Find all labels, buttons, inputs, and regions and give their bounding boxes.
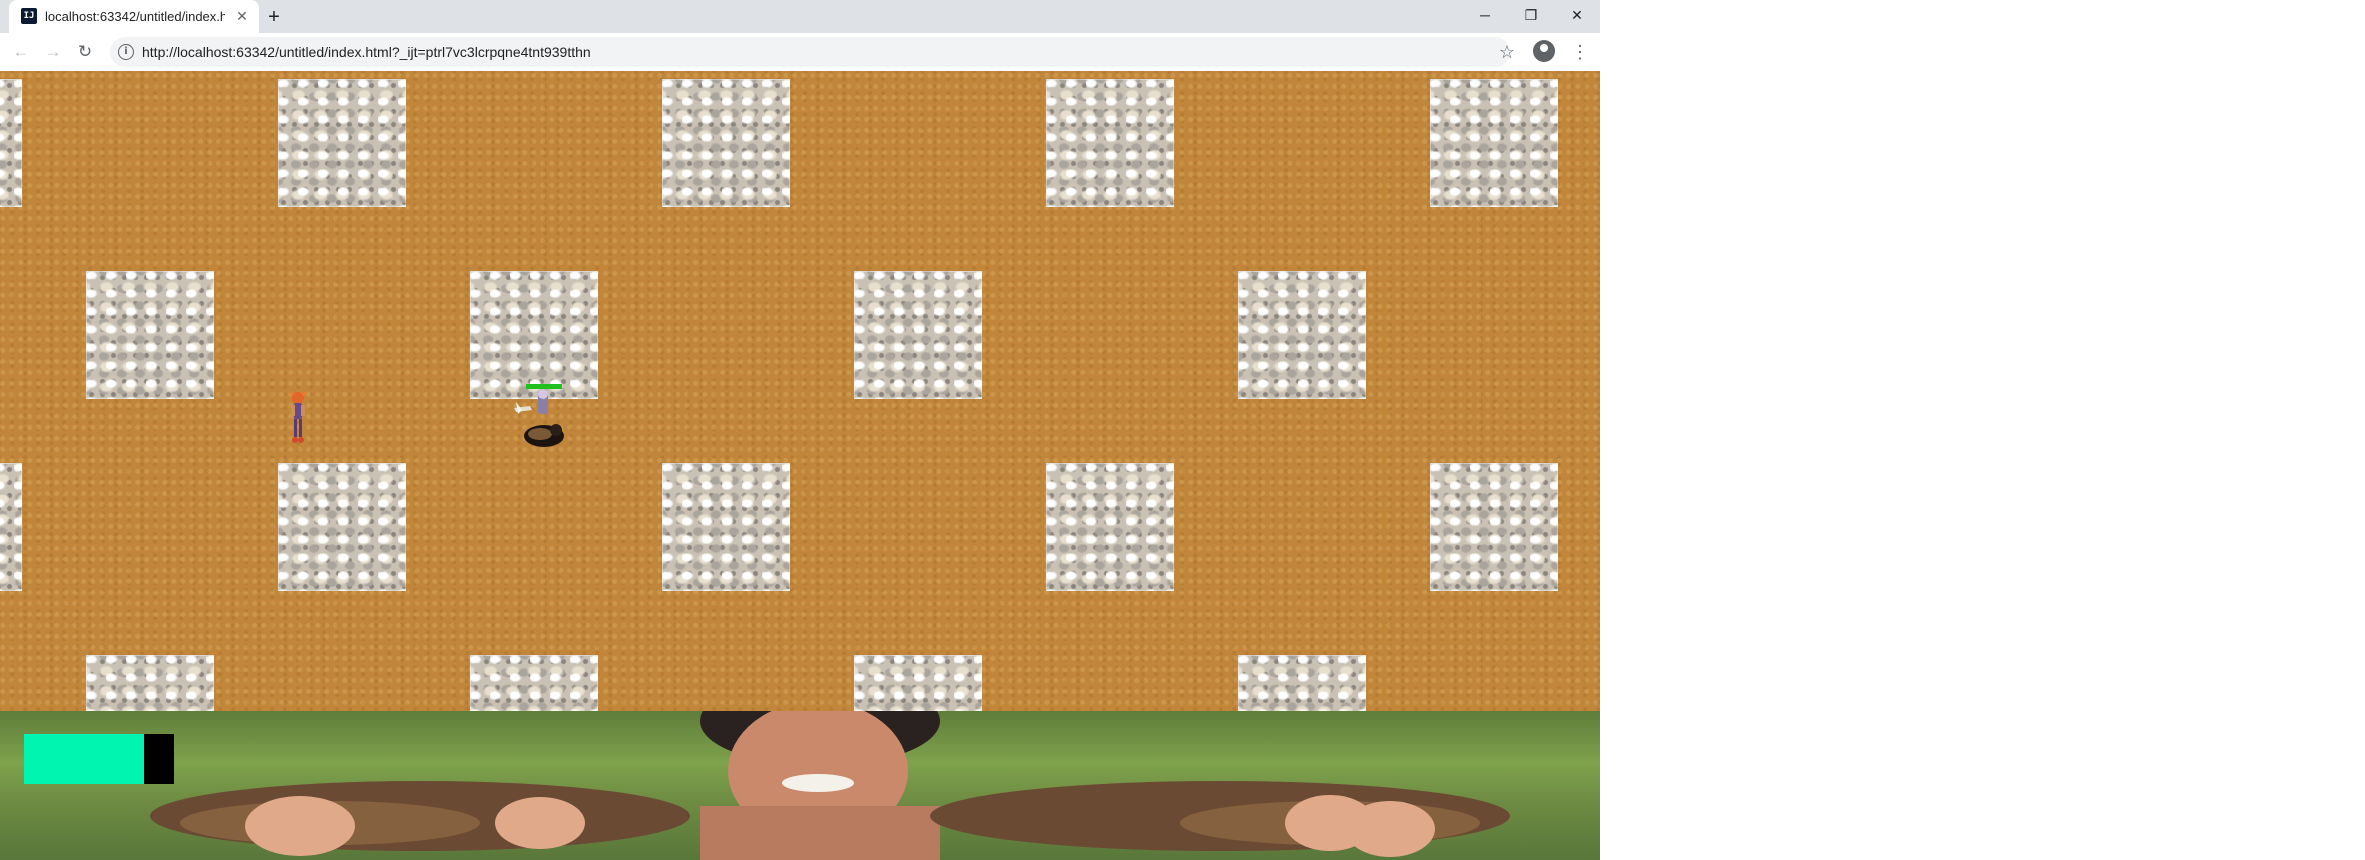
back-button[interactable]: ← (9, 40, 33, 64)
rock-tile (1238, 655, 1366, 711)
new-tab-button[interactable]: + (262, 5, 286, 29)
rock-tile (470, 655, 598, 711)
restore-button[interactable]: ❐ (1508, 0, 1554, 30)
enemy-character (512, 384, 570, 450)
browser-menu-icon[interactable]: ⋮ (1568, 40, 1592, 64)
rock-tile (662, 79, 790, 207)
game-canvas[interactable] (0, 71, 1600, 711)
rock-tile (1430, 463, 1558, 591)
rock-tile (278, 79, 406, 207)
rock-tile (470, 271, 598, 399)
tab-title: localhost:63342/untitled/index.ht (45, 9, 225, 24)
background-photo (0, 711, 1600, 860)
rock-tile (1046, 463, 1174, 591)
info-icon[interactable]: i (118, 44, 134, 60)
rock-tile (86, 655, 214, 711)
rock-tile (278, 463, 406, 591)
rock-tile (662, 463, 790, 591)
player-character (284, 390, 312, 448)
address-bar[interactable]: i http://localhost:63342/untitled/index.… (110, 37, 1510, 67)
minimize-button[interactable]: ─ (1462, 0, 1508, 30)
browser-toolbar: ← → ↻ i http://localhost:63342/untitled/… (0, 33, 1600, 72)
rock-tile (1046, 79, 1174, 207)
forward-button[interactable]: → (41, 40, 65, 64)
bookmark-star-icon[interactable]: ☆ (1495, 40, 1519, 64)
url-text[interactable]: http://localhost:63342/untitled/index.ht… (142, 44, 591, 60)
rock-tile (1238, 271, 1366, 399)
profile-avatar-icon[interactable] (1533, 40, 1555, 62)
player-sprite-icon (288, 391, 308, 443)
rock-tile (0, 79, 22, 207)
page-viewport (0, 71, 1600, 860)
player-health-bar-fill (24, 734, 144, 784)
rock-tile (1430, 79, 1558, 207)
photo-illustration (150, 711, 1510, 860)
rock-tile (854, 655, 982, 711)
browser-tab[interactable]: IJ localhost:63342/untitled/index.ht ✕ (9, 0, 259, 33)
rock-tile (0, 463, 22, 591)
enemy-sprite-icon (514, 389, 564, 447)
rock-tile (854, 271, 982, 399)
close-window-button[interactable]: ✕ (1554, 0, 1600, 30)
intellij-icon: IJ (21, 8, 37, 24)
rock-tile (86, 271, 214, 399)
screen: IJ localhost:63342/untitled/index.ht ✕ +… (0, 0, 2365, 860)
tab-close-icon[interactable]: ✕ (233, 7, 251, 25)
browser-window: IJ localhost:63342/untitled/index.ht ✕ +… (0, 0, 1600, 860)
tab-strip: IJ localhost:63342/untitled/index.ht ✕ +… (0, 0, 1600, 33)
reload-button[interactable]: ↻ (73, 40, 97, 64)
player-health-bar (24, 734, 174, 784)
